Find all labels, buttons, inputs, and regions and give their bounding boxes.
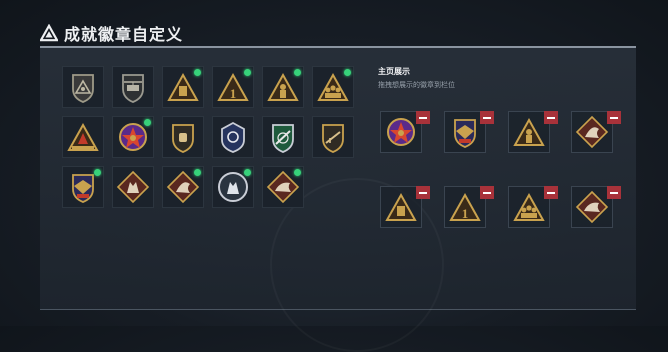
badge-slot[interactable] (312, 116, 354, 158)
remove-badge-button[interactable] (544, 186, 558, 199)
new-indicator-dot (194, 69, 201, 76)
showcase-slot[interactable] (508, 111, 558, 153)
showcase-slot[interactable] (380, 111, 430, 153)
dinosaur-diamond-badge-icon (575, 190, 609, 224)
svg-text:1: 1 (230, 86, 237, 101)
page-title-bar: 成就徽章自定义 (40, 22, 183, 44)
badge-slot[interactable] (62, 116, 104, 158)
new-indicator-dot (144, 119, 151, 126)
remove-badge-button[interactable] (607, 111, 621, 124)
warning-triangle-icon (40, 24, 58, 42)
new-indicator-dot (294, 69, 301, 76)
remove-badge-button[interactable] (416, 111, 430, 124)
showcase-header: 主页展示 拖拽想展示的徽章到栏位 (378, 66, 455, 90)
remove-badge-button[interactable] (416, 186, 430, 199)
badge-slot[interactable] (212, 116, 254, 158)
helicopter-badge-icon (122, 74, 144, 103)
triangle-number-one-badge-icon: 1 (449, 192, 481, 221)
showcase-slot[interactable] (571, 111, 621, 153)
remove-badge-button[interactable] (544, 111, 558, 124)
badge-slot[interactable] (112, 166, 154, 208)
badge-slot[interactable] (162, 166, 204, 208)
star-medal-badge-icon (387, 118, 415, 146)
badge-slot[interactable] (212, 166, 254, 208)
showcase-slot[interactable] (380, 186, 430, 228)
badge-slot[interactable] (112, 116, 154, 158)
triangle-squad-badge-icon (513, 192, 545, 221)
showcase-slot[interactable] (571, 186, 621, 228)
badge-slot[interactable]: 1 (212, 66, 254, 108)
remove-badge-button[interactable] (480, 186, 494, 199)
police-badge-icon (221, 121, 245, 153)
new-indicator-dot (244, 69, 251, 76)
triangle-shield-badge-icon (72, 74, 94, 103)
remove-badge-button[interactable] (480, 111, 494, 124)
page-title: 成就徽章自定义 (64, 27, 184, 44)
new-indicator-dot (294, 169, 301, 176)
showcase-slot[interactable]: 1 (444, 186, 494, 228)
fist-shield-badge-icon (172, 124, 194, 153)
svg-text:1: 1 (462, 206, 469, 221)
badge-slot[interactable] (262, 166, 304, 208)
triangle-soldier-badge-icon (513, 117, 545, 146)
badge-slot[interactable] (62, 166, 104, 208)
new-indicator-dot (244, 169, 251, 176)
triangle-ornate-badge-icon (67, 122, 99, 151)
showcase-slot[interactable] (444, 111, 494, 153)
badge-slot[interactable] (262, 116, 304, 158)
badge-slot[interactable] (312, 66, 354, 108)
badge-slot[interactable] (112, 66, 154, 108)
eagle-crest-badge-icon (454, 119, 476, 148)
showcase-title: 主页展示 (378, 67, 410, 76)
wolf-diamond-badge-icon (116, 170, 150, 204)
new-indicator-dot (344, 69, 351, 76)
rifle-shield-badge-icon (322, 124, 344, 153)
badge-slot[interactable] (162, 66, 204, 108)
remove-badge-button[interactable] (607, 186, 621, 199)
showcase-slot[interactable] (508, 186, 558, 228)
green-rifle-shield-badge-icon (272, 124, 294, 153)
badge-slot[interactable] (62, 66, 104, 108)
new-indicator-dot (94, 169, 101, 176)
showcase-hint: 拖拽想展示的徽章到栏位 (378, 82, 455, 89)
new-indicator-dot (194, 169, 201, 176)
badge-slot[interactable] (262, 66, 304, 108)
dragon-diamond-badge-icon (575, 115, 609, 149)
triangle-card-badge-icon (385, 192, 417, 221)
badge-slot[interactable] (162, 116, 204, 158)
